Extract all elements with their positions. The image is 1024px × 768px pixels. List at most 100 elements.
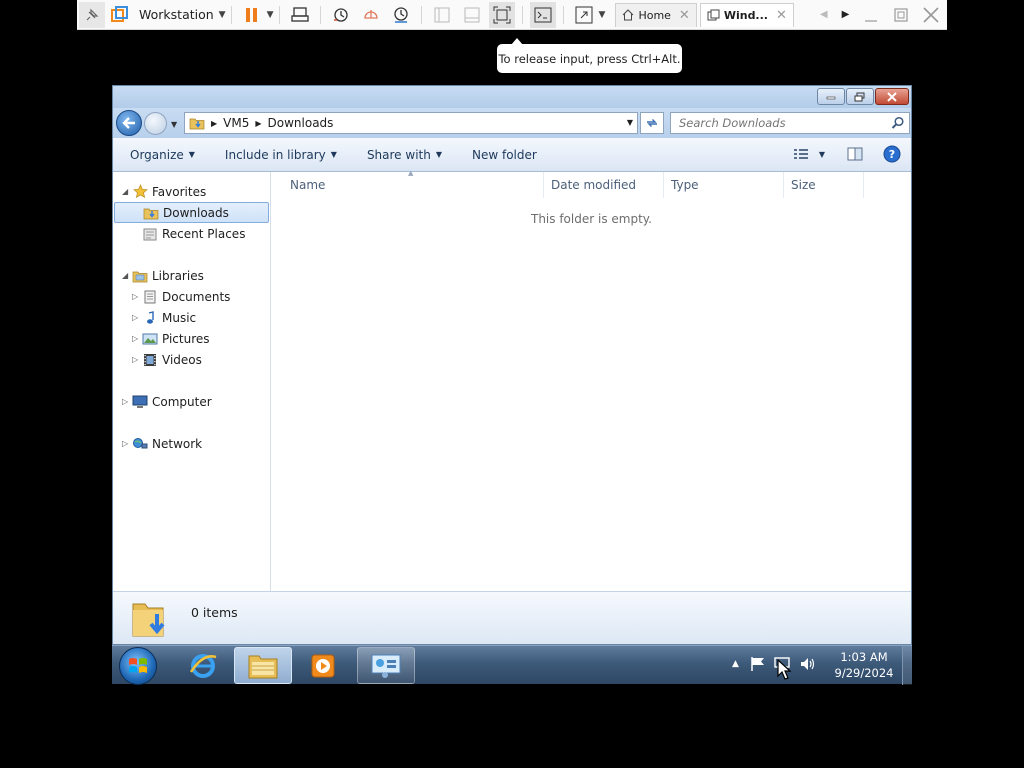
nav-network[interactable]: ▷ Network <box>122 433 202 454</box>
release-input-tooltip: To release input, press Ctrl+Alt. <box>497 38 682 73</box>
maximize-button[interactable] <box>846 88 874 105</box>
nav-label: Music <box>162 310 197 325</box>
minimize-button[interactable] <box>817 88 845 105</box>
nav-label: Downloads <box>163 205 229 220</box>
search-box[interactable] <box>670 112 910 134</box>
nav-favorites[interactable]: ◢ Favorites <box>122 181 206 202</box>
expand-triangle-icon[interactable]: ▷ <box>132 313 141 322</box>
expand-triangle-icon[interactable]: ▷ <box>122 397 131 406</box>
nav-pictures[interactable]: ▷ Pictures <box>132 328 210 349</box>
column-header-size[interactable]: Size <box>784 172 864 198</box>
preview-pane-icon[interactable] <box>847 147 863 161</box>
full-screen-icon[interactable] <box>488 1 515 28</box>
expand-triangle-icon[interactable]: ▷ <box>132 355 141 364</box>
show-hidden-icons-icon[interactable]: ▲ <box>732 659 739 669</box>
breadcrumb-arrow-icon[interactable]: ▶ <box>255 119 261 128</box>
back-button[interactable] <box>116 110 142 136</box>
network-icon <box>131 436 149 452</box>
change-view-icon[interactable] <box>793 147 809 161</box>
view-options-chevron-icon[interactable]: ▼ <box>819 150 825 159</box>
internet-explorer-icon <box>189 653 217 678</box>
media-player-icon <box>311 654 335 677</box>
show-library-icon[interactable] <box>429 2 455 28</box>
collapse-triangle-icon[interactable]: ◢ <box>122 187 131 196</box>
pin-icon[interactable] <box>79 1 105 28</box>
nav-videos[interactable]: ▷ Videos <box>132 349 202 370</box>
address-dropdown-icon[interactable]: ▼ <box>627 118 633 127</box>
workstation-logo-icon <box>107 2 133 28</box>
nav-downloads[interactable]: Downloads <box>114 202 269 223</box>
window-title-bar[interactable] <box>113 86 911 108</box>
new-folder-button[interactable]: New folder <box>472 148 537 162</box>
column-label: Date modified <box>551 178 637 192</box>
tab-scroll-left-icon[interactable]: ◀ <box>820 9 828 20</box>
action-center-flag-icon[interactable] <box>749 656 767 672</box>
send-ctrl-alt-del-button[interactable] <box>287 2 313 28</box>
pause-vm-button[interactable] <box>239 2 265 28</box>
taskbar-internet-explorer[interactable] <box>174 647 232 684</box>
console-view-icon[interactable] <box>529 1 556 28</box>
toolbar-divider <box>562 5 564 24</box>
refresh-button[interactable] <box>640 112 664 134</box>
close-icon[interactable]: ✕ <box>679 8 690 23</box>
close-icon[interactable]: ✕ <box>776 8 787 23</box>
navigation-pane: ◢ Favorites Downloads Recent Places ◢ Li… <box>113 172 271 591</box>
address-row: ▼ ▶ VM5 ▶ Downloads ▼ <box>113 108 911 138</box>
taskbar-windows-explorer[interactable] <box>234 647 292 684</box>
breadcrumb-vm5[interactable]: VM5 <box>223 116 249 130</box>
nav-recent-places[interactable]: Recent Places <box>141 223 245 244</box>
chevron-down-icon[interactable]: ▼ <box>267 10 274 20</box>
expand-triangle-icon[interactable]: ▷ <box>132 292 141 301</box>
restore-icon[interactable] <box>886 0 916 30</box>
search-icon[interactable] <box>891 116 905 130</box>
organize-button[interactable]: Organize ▼ <box>130 148 195 162</box>
collapse-triangle-icon[interactable]: ◢ <box>122 271 131 280</box>
revert-snapshot-icon[interactable] <box>358 2 384 28</box>
show-desktop-button[interactable] <box>902 646 912 685</box>
breadcrumb-downloads[interactable]: Downloads <box>268 116 334 130</box>
breadcrumb-arrow-icon[interactable]: ▶ <box>211 119 217 128</box>
toolbar-divider <box>420 5 422 24</box>
stretch-guest-icon[interactable] <box>571 2 597 28</box>
column-header-date-modified[interactable]: Date modified <box>544 172 664 198</box>
taskbar-clock[interactable]: 1:03 AM 9/29/2024 <box>824 649 904 681</box>
nav-computer[interactable]: ▷ Computer <box>122 391 212 412</box>
nav-documents[interactable]: ▷ Documents <box>132 286 230 307</box>
search-input[interactable] <box>677 114 887 132</box>
volume-icon[interactable] <box>799 656 817 672</box>
close-button[interactable] <box>875 88 909 105</box>
taskbar-control-panel[interactable] <box>357 647 415 684</box>
minimize-icon[interactable] <box>856 0 886 30</box>
nav-music[interactable]: ▷ Music <box>132 307 196 328</box>
show-thumbnail-bar-icon[interactable] <box>459 2 485 28</box>
forward-button[interactable] <box>144 112 167 135</box>
chevron-down-icon[interactable]: ▼ <box>599 10 606 20</box>
address-bar[interactable]: ▶ VM5 ▶ Downloads ▼ <box>184 112 638 134</box>
pictures-icon <box>141 331 159 347</box>
tab-vm[interactable]: Wind... ✕ <box>699 2 794 27</box>
downloads-folder-large-icon <box>132 603 165 637</box>
windows-logo-icon <box>129 658 147 673</box>
nav-libraries[interactable]: ◢ Libraries <box>122 265 204 286</box>
help-icon[interactable]: ? <box>883 145 901 163</box>
start-button[interactable] <box>119 647 157 685</box>
toolbar-divider <box>319 5 321 24</box>
tab-home[interactable]: Home ✕ <box>615 2 697 27</box>
include-in-library-button[interactable]: Include in library ▼ <box>225 148 337 162</box>
workstation-menu-label[interactable]: Workstation <box>139 7 214 22</box>
expand-triangle-icon[interactable]: ▷ <box>122 439 131 448</box>
snapshot-icon[interactable] <box>328 2 354 28</box>
tab-scroll-right-icon[interactable]: ▶ <box>842 9 850 20</box>
close-icon[interactable] <box>916 0 946 30</box>
snapshot-manager-icon[interactable] <box>388 2 414 28</box>
column-header-type[interactable]: Type <box>664 172 784 198</box>
arrow-left-icon <box>122 117 135 129</box>
explorer-folder-icon <box>248 655 278 678</box>
file-list-pane[interactable]: Name ▲ Date modified Type Size This fold… <box>272 169 911 591</box>
taskbar-media-player[interactable] <box>294 647 352 684</box>
chevron-down-icon[interactable]: ▼ <box>219 10 226 20</box>
expand-triangle-icon[interactable]: ▷ <box>132 334 141 343</box>
recent-pages-dropdown-icon[interactable]: ▼ <box>171 120 177 129</box>
nav-label: Documents <box>162 289 231 304</box>
share-with-button[interactable]: Share with ▼ <box>367 148 442 162</box>
